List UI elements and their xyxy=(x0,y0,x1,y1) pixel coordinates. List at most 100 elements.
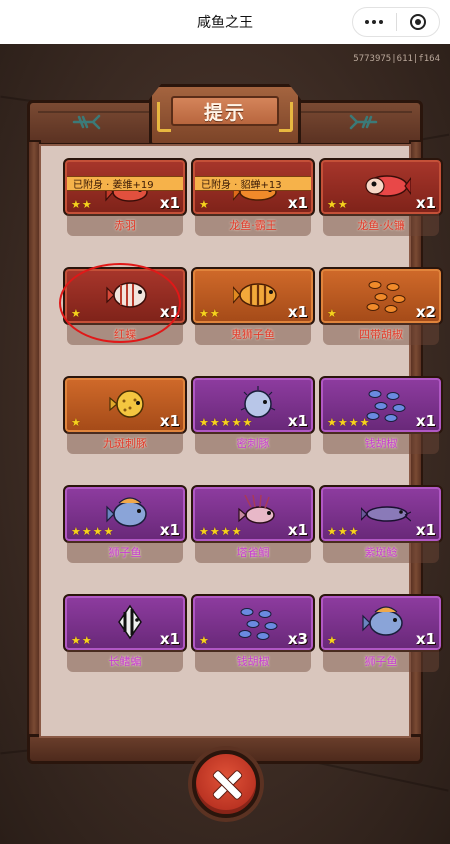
fish-card[interactable]: ★ x3 钱胡椒 xyxy=(191,594,315,678)
fish-card[interactable]: ★ x1 红蝶 xyxy=(59,263,187,351)
star-icon: ★ xyxy=(81,634,92,647)
fish-name: 钱胡椒 xyxy=(364,437,398,450)
fish-icon xyxy=(366,281,406,313)
fish-card-frame: ★ ★ ★ ★ ★ x1 xyxy=(191,376,315,434)
star-rating: ★ ★ xyxy=(199,308,220,319)
fish-count: x1 xyxy=(287,194,308,212)
star-rating: ★ ★ ★ ★ xyxy=(71,526,114,537)
fish-count: x1 xyxy=(287,521,308,539)
close-button[interactable] xyxy=(192,750,260,818)
fish-name-bar: 紫斑鲶 xyxy=(323,541,439,563)
card-list[interactable]: 已附身 · 姜维+19 ★ ★ x1 赤羽 已附身 · 貂蝉+13 ★ x1 龙鱼·霸王 ★ ★ x1… xyxy=(39,144,443,738)
star-icon: ★ xyxy=(231,525,242,538)
fish-card[interactable]: ★ x2 四带胡椒 xyxy=(319,267,443,351)
star-icon: ★ xyxy=(348,525,359,538)
fish-icon xyxy=(365,175,411,197)
fish-card-frame: ★ ★ ★ ★ x1 xyxy=(319,376,443,434)
fish-name-bar: 鬼狮子鱼 xyxy=(195,323,311,345)
fish-card[interactable]: ★ ★ ★ ★ ★ x1 密刺豚 xyxy=(191,376,315,460)
star-icon: ★ xyxy=(199,525,209,538)
star-icon: ★ xyxy=(231,416,242,429)
fish-card-frame: ★ ★ x1 xyxy=(63,594,187,652)
fish-name-bar: 四带胡椒 xyxy=(323,323,439,345)
star-icon: ★ xyxy=(337,198,348,211)
hint-panel: 提示 已附身 · 姜维+19 ★ ★ x1 赤羽 已附身 · 貂蝉+13 ★ x1 龙鱼·霸王 ★… xyxy=(27,84,443,764)
fish-name: 密刺豚 xyxy=(236,437,270,450)
star-icon: ★ xyxy=(103,525,114,538)
star-rating: ★ ★ xyxy=(71,635,92,646)
fish-name: 红蝶 xyxy=(114,328,136,341)
fish-card[interactable]: ★ x1 九斑刺豚 xyxy=(63,376,187,460)
app-title: 咸鱼之王 xyxy=(197,15,253,31)
star-icon: ★ xyxy=(220,416,231,429)
close-program-button[interactable] xyxy=(397,8,440,36)
star-rating: ★ ★ ★ ★ xyxy=(199,526,242,537)
fish-card[interactable]: ★ ★ x1 长鳍蝙 xyxy=(63,594,187,678)
star-icon: ★ xyxy=(71,634,81,647)
fish-name-bar: 钱胡椒 xyxy=(195,650,311,672)
fish-count: x1 xyxy=(159,412,180,430)
star-icon: ★ xyxy=(71,307,81,320)
star-rating: ★ ★ xyxy=(71,199,92,210)
star-rating: ★ xyxy=(71,417,81,428)
star-icon: ★ xyxy=(199,307,209,320)
fish-name-bar: 塔雀鲷 xyxy=(195,541,311,563)
fish-icon xyxy=(118,604,142,640)
fish-name: 鬼狮子鱼 xyxy=(231,328,275,341)
fish-count: x1 xyxy=(159,521,180,539)
star-icon: ★ xyxy=(220,525,231,538)
fish-card[interactable]: ★ ★ ★ ★ x1 钱胡椒 xyxy=(319,376,443,460)
fish-name: 四带胡椒 xyxy=(359,328,403,341)
fish-name-bar: 长鳍蝙 xyxy=(67,650,183,672)
version-label: 5773975|611|f164 xyxy=(353,54,440,64)
fish-card[interactable]: ★ ★ ★ x1 紫斑鲶 xyxy=(319,485,443,569)
fish-count: x1 xyxy=(287,303,308,321)
star-icon: ★ xyxy=(71,525,81,538)
fish-name: 长鳍蝙 xyxy=(108,655,142,668)
fish-icon xyxy=(233,283,277,307)
fish-name: 钱胡椒 xyxy=(236,655,270,668)
fish-card-frame: ★ x1 xyxy=(63,267,187,325)
fish-card[interactable]: 已附身 · 貂蝉+13 ★ x1 龙鱼·霸王 xyxy=(191,158,315,242)
fish-bone-icon xyxy=(72,114,101,130)
fish-name-bar: 红蝶 xyxy=(67,323,183,345)
star-icon: ★ xyxy=(327,198,337,211)
fish-card[interactable]: ★ ★ ★ ★ x1 塔雀鲷 xyxy=(191,485,315,569)
fish-name: 龙鱼·霸王 xyxy=(229,219,277,232)
more-options-button[interactable] xyxy=(353,8,396,36)
star-rating: ★ ★ xyxy=(327,199,348,210)
fish-name-bar: 密刺豚 xyxy=(195,432,311,454)
possessed-banner: 已附身 · 姜维+19 xyxy=(67,176,183,191)
star-icon: ★ xyxy=(209,416,220,429)
fish-name-bar: 九斑刺豚 xyxy=(67,432,183,454)
star-icon: ★ xyxy=(81,525,92,538)
star-icon: ★ xyxy=(348,416,359,429)
fish-card-frame: ★ x3 xyxy=(191,594,315,652)
fish-count: x3 xyxy=(287,630,308,648)
fish-card[interactable]: ★ x1 狮子鱼 xyxy=(319,594,443,678)
target-icon xyxy=(409,14,426,30)
fish-card-frame: ★ ★ x1 xyxy=(191,267,315,325)
star-icon: ★ xyxy=(327,634,337,647)
star-icon: ★ xyxy=(337,525,348,538)
star-icon: ★ xyxy=(242,416,253,429)
fish-name-bar: 狮子鱼 xyxy=(323,650,439,672)
star-icon: ★ xyxy=(199,198,209,211)
fish-name-bar: 龙鱼·霸王 xyxy=(195,214,311,236)
fish-card[interactable]: ★ ★ x1 鬼狮子鱼 xyxy=(191,267,315,351)
fish-icon xyxy=(109,390,144,418)
title-plate: 提示 xyxy=(149,84,301,146)
fish-card[interactable]: ★ ★ x1 龙鱼·火镰 xyxy=(319,158,443,242)
star-icon: ★ xyxy=(327,416,337,429)
star-rating: ★ xyxy=(327,308,337,319)
fish-name: 塔雀鲷 xyxy=(236,546,270,559)
fish-name-bar: 赤羽 xyxy=(67,214,183,236)
fish-card[interactable]: ★ ★ ★ ★ x1 狮子鱼 xyxy=(63,485,187,569)
fish-count: x1 xyxy=(415,194,436,212)
fish-card[interactable]: 已附身 · 姜维+19 ★ ★ x1 赤羽 xyxy=(63,158,187,242)
fish-name-bar: 龙鱼·火镰 xyxy=(323,214,439,236)
star-rating: ★ ★ ★ ★ ★ xyxy=(199,417,252,428)
star-rating: ★ xyxy=(199,199,209,210)
fish-name-bar: 钱胡椒 xyxy=(323,432,439,454)
star-rating: ★ xyxy=(199,635,209,646)
